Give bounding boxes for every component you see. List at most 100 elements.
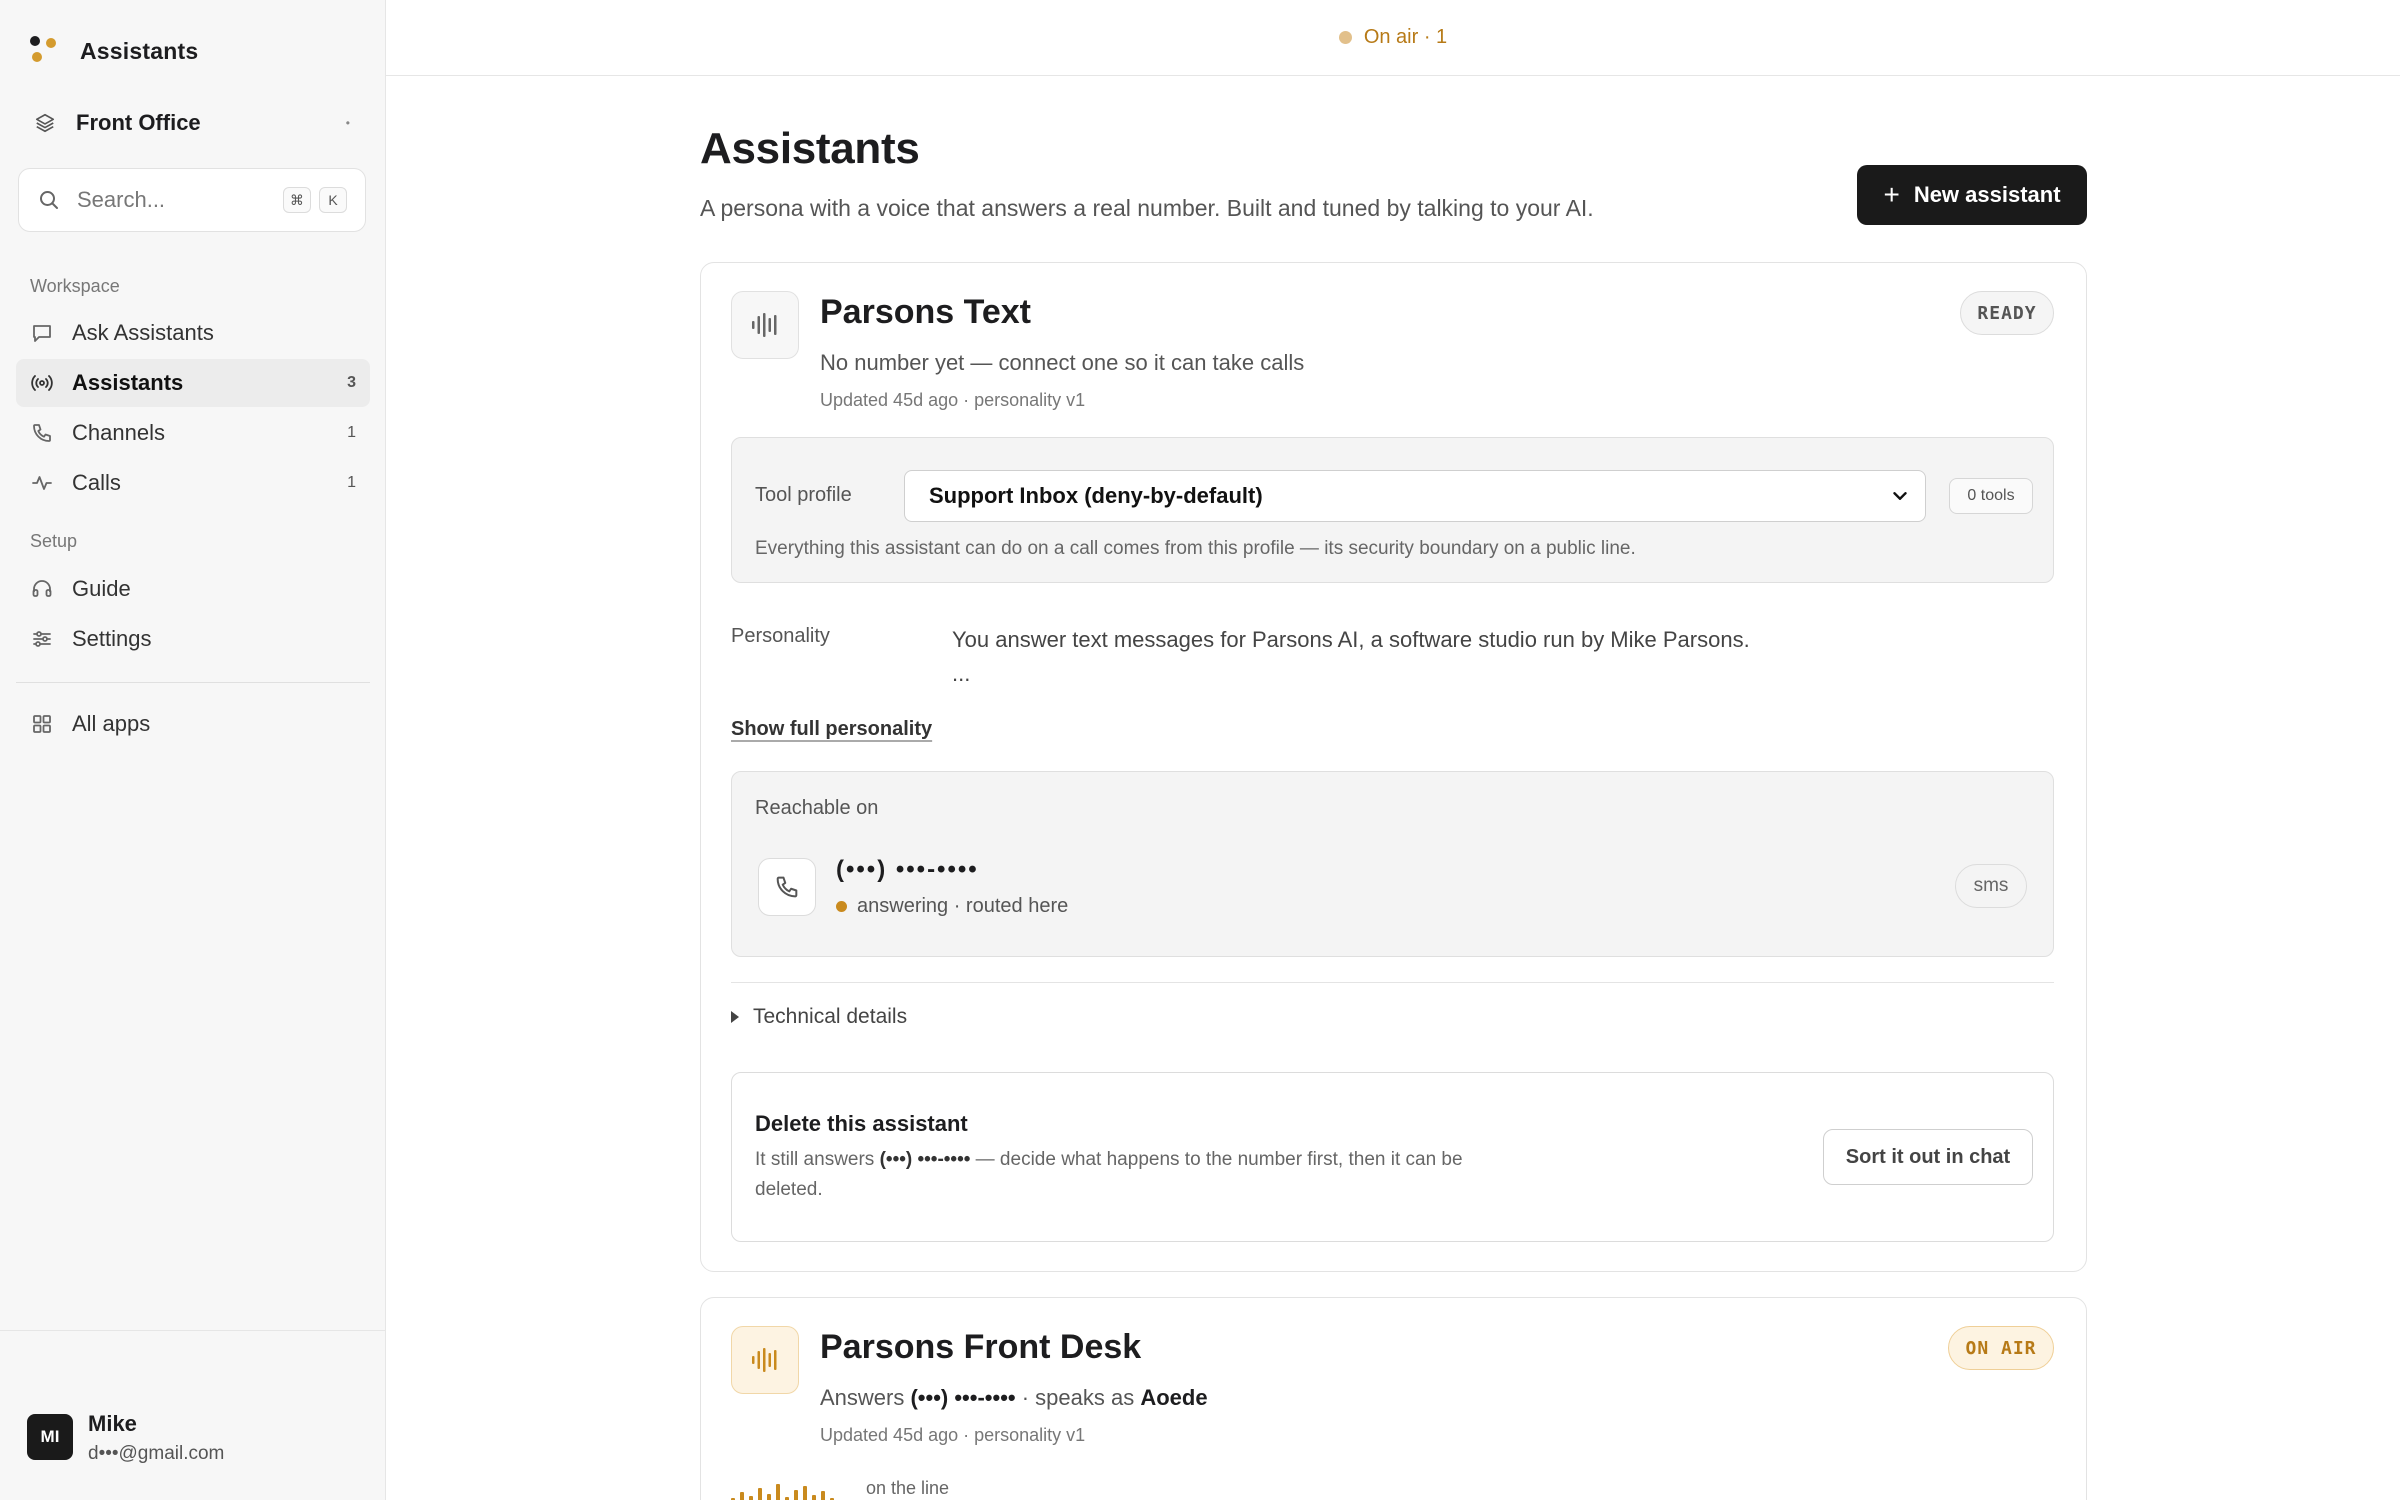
brand[interactable]: Assistants	[30, 36, 198, 66]
tool-profile-value: Support Inbox (deny-by-default)	[929, 483, 1263, 508]
number-status-text: answering · routed here	[857, 895, 1069, 917]
waveform-icon	[731, 1326, 799, 1394]
layers-icon	[35, 113, 55, 133]
workspace-name: Front Office	[76, 110, 201, 135]
top-bar: On air · 1	[386, 0, 2400, 76]
caret-right-icon	[731, 1011, 739, 1023]
delete-panel: Delete this assistant It still answers (…	[731, 1072, 2054, 1242]
personality-ellipsis: ...	[952, 661, 971, 686]
phone-number: (•••) •••-••••	[836, 856, 979, 883]
chevron-down-icon	[1893, 492, 1907, 500]
broadcast-icon	[31, 375, 53, 391]
chat-bubble-icon	[33, 325, 51, 342]
on-air-status[interactable]: On air · 1	[1338, 26, 1448, 49]
sidebar-divider	[16, 682, 370, 683]
live-waveform-icon	[731, 1476, 847, 1500]
assistant-description: Answers (•••) •••-•••• · speaks as Aoede	[820, 1385, 1208, 1411]
assistant-meta: Updated 45d ago · personality v1	[820, 1425, 1086, 1445]
sidebar-item-settings[interactable]: Settings	[16, 615, 370, 663]
desc-mid: · speaks as	[1021, 1385, 1135, 1410]
headset-icon	[32, 580, 52, 597]
desc-voice: Aoede	[1140, 1385, 1208, 1410]
tool-profile-select[interactable]: Support Inbox (deny-by-default)	[904, 470, 1926, 522]
assistant-card: Parsons Text No number yet — connect one…	[700, 262, 2087, 1272]
desc-number: (•••) •••-••••	[910, 1385, 1016, 1410]
tool-profile-panel: Tool profile Support Inbox (deny-by-defa…	[731, 437, 2054, 583]
tool-profile-label: Tool profile	[755, 484, 852, 506]
delete-title: Delete this assistant	[755, 1111, 968, 1136]
sidebar-item-count: 1	[347, 424, 356, 441]
number-status: answering · routed here	[836, 895, 1068, 918]
user-email: d•••@gmail.com	[88, 1443, 225, 1464]
shortcut-mod-key: ⌘	[283, 187, 311, 213]
sidebar-item-guide[interactable]: Guide	[16, 565, 370, 613]
page-title: Assistants	[700, 124, 920, 173]
technical-details-label: Technical details	[753, 1005, 908, 1028]
waveform-icon	[731, 291, 799, 359]
logo-icon	[30, 36, 60, 66]
status-badge: READY	[1960, 291, 2054, 335]
grid-icon	[33, 715, 51, 733]
show-full-personality-link[interactable]: Show full personality	[731, 718, 932, 741]
phone-icon	[33, 424, 51, 442]
reachable-label: Reachable on	[755, 797, 879, 819]
sidebar-item-assistants[interactable]: Assistants 3	[16, 359, 370, 407]
phone-icon	[758, 858, 816, 916]
on-air-label: On air · 1	[1363, 26, 1448, 48]
sidebar-item-label: Calls	[72, 470, 121, 495]
workspace-switcher[interactable]: Front Office •	[18, 100, 366, 146]
sidebar-item-calls[interactable]: Calls 1	[16, 459, 370, 507]
desc-pre: Answers	[820, 1385, 905, 1410]
sliders-icon	[33, 631, 51, 647]
status-badge: ON AIR	[1948, 1326, 2054, 1370]
activity-icon	[32, 476, 52, 490]
assistant-name[interactable]: Parsons Front Desk	[820, 1328, 1141, 1367]
sidebar-item-label: Channels	[72, 420, 165, 445]
user-name: Mike	[88, 1411, 137, 1436]
delete-text-pre: It still answers	[755, 1149, 875, 1170]
avatar: MI	[27, 1414, 73, 1460]
on-the-line-label: on the line	[866, 1478, 950, 1498]
new-assistant-button[interactable]: + New assistant	[1857, 165, 2087, 225]
user-menu[interactable]: MI Mike d•••@gmail.com	[0, 1330, 386, 1500]
assistant-description: No number yet — connect one so it can ta…	[820, 350, 1305, 375]
plus-icon: +	[1883, 179, 1900, 210]
delete-description: It still answers (•••) •••-•••• — decide…	[755, 1145, 1515, 1205]
app-title: Assistants	[80, 37, 199, 64]
tool-profile-note: Everything this assistant can do on a ca…	[755, 538, 1636, 559]
reachable-panel: Reachable on (•••) •••-•••• answering · …	[731, 771, 2054, 957]
search-input[interactable]: Search... ⌘ K	[18, 168, 366, 232]
personality-text: You answer text messages for Parsons AI,…	[952, 627, 1750, 652]
shortcut-key: K	[319, 187, 347, 213]
sidebar-item-label: Settings	[72, 626, 152, 651]
tools-count-badge: 0 tools	[1949, 478, 2033, 514]
sidebar-item-ask-assistants[interactable]: Ask Assistants	[16, 309, 370, 357]
sidebar-item-count: 3	[347, 374, 356, 391]
assistant-meta: Updated 45d ago · personality v1	[820, 390, 1086, 410]
sidebar-item-label: Guide	[72, 576, 131, 601]
sidebar: Assistants Front Office • Search... ⌘ K …	[0, 0, 386, 1500]
sidebar-item-label: All apps	[72, 711, 151, 736]
status-dot-icon	[836, 901, 847, 912]
sidebar-item-label: Ask Assistants	[72, 320, 214, 345]
sort-it-out-button[interactable]: Sort it out in chat	[1823, 1129, 2033, 1185]
chevron-down-icon: •	[345, 116, 350, 130]
search-placeholder: Search...	[77, 187, 166, 212]
nav-heading-workspace: Workspace	[30, 276, 120, 296]
nav-heading-setup: Setup	[30, 531, 78, 551]
search-icon	[40, 191, 58, 209]
sidebar-item-channels[interactable]: Channels 1	[16, 409, 370, 457]
assistant-name[interactable]: Parsons Text	[820, 293, 1031, 332]
sidebar-item-label: Assistants	[72, 370, 184, 395]
sidebar-item-count: 1	[347, 474, 356, 491]
page-subtitle: A persona with a voice that answers a re…	[700, 195, 1594, 221]
delete-text-number: (•••) •••-••••	[879, 1149, 971, 1170]
status-dot-icon	[1338, 31, 1352, 44]
personality-label: Personality	[731, 625, 830, 647]
sidebar-item-all-apps[interactable]: All apps	[16, 700, 370, 748]
new-assistant-label: New assistant	[1913, 182, 2061, 207]
channel-badge: sms	[1955, 864, 2027, 908]
technical-details-toggle[interactable]: Technical details	[731, 1005, 907, 1029]
divider	[731, 982, 2054, 983]
assistant-card: Parsons Front Desk Answers (•••) •••-•••…	[700, 1297, 2087, 1500]
